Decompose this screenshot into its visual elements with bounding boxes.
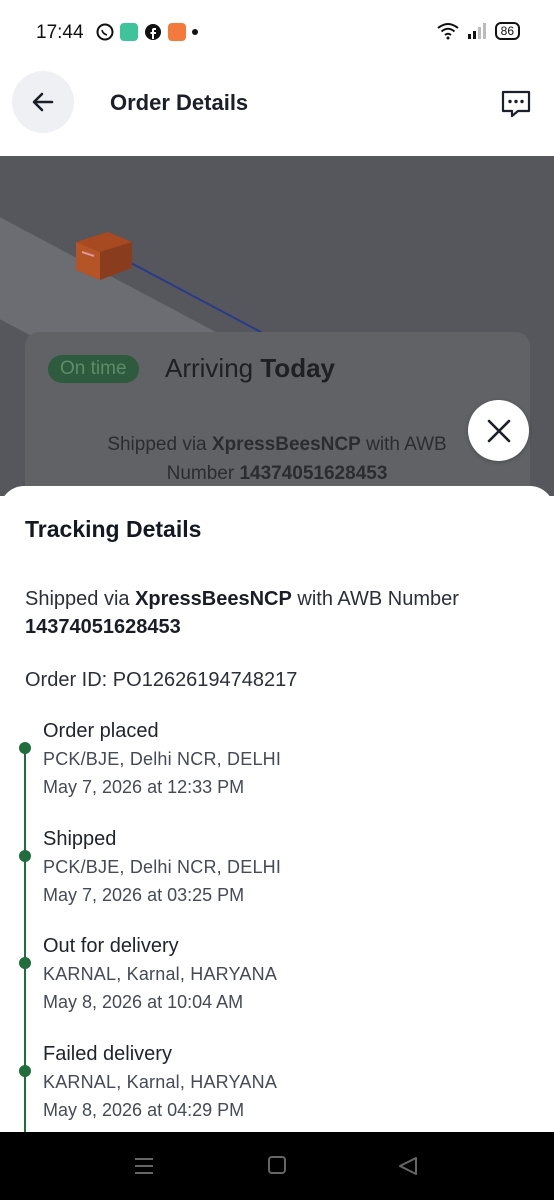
close-button[interactable] (468, 400, 529, 461)
close-icon (487, 419, 510, 442)
back-nav-icon[interactable] (398, 1156, 418, 1176)
timeline-time: May 7, 2026 at 03:25 PM (43, 885, 245, 905)
timeline-time: May 8, 2026 at 10:04 AM (43, 992, 244, 1012)
facebook-icon (145, 24, 161, 40)
status-bar: 17:44 86 (0, 0, 554, 66)
app-header: Order Details (0, 66, 554, 156)
timeline-dot (19, 1065, 31, 1077)
timeline-time: May 7, 2026 at 12:33 PM (43, 777, 245, 797)
home-icon[interactable] (268, 1156, 286, 1174)
chat-bubble-icon (501, 90, 531, 118)
battery-indicator: 86 (494, 22, 520, 40)
timeline-item: Failed delivery KARNAL, Karnal, HARYANA … (0, 1039, 554, 1139)
wifi-icon (437, 23, 459, 40)
timeline-status: Shipped (43, 828, 117, 850)
recent-apps-icon[interactable] (134, 1156, 154, 1176)
timeline-item: Order placed PCK/BJE, Delhi NCR, DELHI M… (0, 716, 554, 816)
tracking-details-sheet: Tracking Details Shipped via XpressBeesN… (0, 486, 554, 1134)
chat-icon (120, 23, 138, 41)
back-button[interactable] (12, 71, 74, 133)
timeline-status: Failed delivery (43, 1043, 172, 1065)
system-nav-bar (0, 1132, 554, 1200)
on-time-badge: On time (48, 355, 139, 383)
dot-icon (192, 29, 198, 35)
timeline-location: KARNAL, Karnal, HARYANA (43, 1072, 278, 1092)
page-title: Order Details (110, 90, 249, 115)
shipping-info: Shipped via XpressBeesNCP with AWB Numbe… (25, 588, 459, 638)
timeline-location: PCK/BJE, Delhi NCR, DELHI (43, 749, 282, 769)
timeline-location: PCK/BJE, Delhi NCR, DELHI (43, 857, 282, 877)
game-icon (168, 23, 186, 41)
timeline-status: Out for delivery (43, 935, 179, 957)
whatsapp-icon (96, 23, 114, 41)
status-time: 17:44 (36, 22, 84, 43)
timeline-item: Out for delivery KARNAL, Karnal, HARYANA… (0, 931, 554, 1031)
timeline-dot (19, 957, 31, 969)
chat-support-button[interactable] (500, 88, 532, 120)
arriving-text: Arriving Today (165, 353, 335, 383)
awb-number: 14374051628453 (25, 616, 181, 638)
timeline-status: Order placed (43, 720, 159, 742)
order-id: Order ID: PO12626194748217 (25, 669, 298, 691)
signal-icon (467, 23, 486, 39)
timeline-time: May 8, 2026 at 04:29 PM (43, 1100, 245, 1120)
arrow-left-icon (32, 92, 54, 112)
timeline-location: KARNAL, Karnal, HARYANA (43, 964, 278, 984)
sheet-title: Tracking Details (25, 516, 202, 542)
timeline-dot (19, 742, 31, 754)
package-icon (76, 232, 132, 280)
notification-icons (96, 23, 198, 41)
timeline-item: Shipped PCK/BJE, Delhi NCR, DELHI May 7,… (0, 824, 554, 924)
timeline-dot (19, 850, 31, 862)
